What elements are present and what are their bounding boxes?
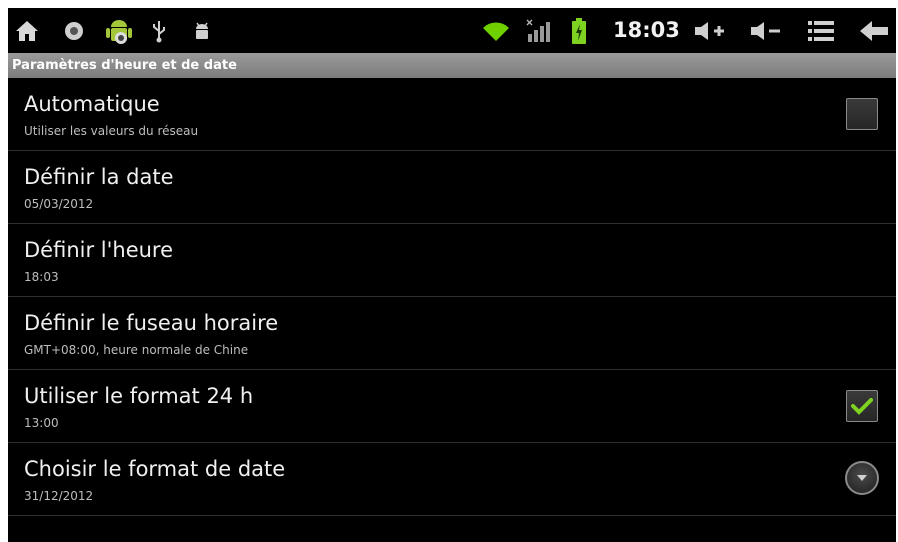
android-screen: 18:03 Paramètres d'heure et de date Auto… — [8, 8, 896, 542]
automatic-checkbox[interactable] — [846, 98, 878, 130]
status-time: 18:03 — [613, 18, 680, 42]
setting-subtitle: GMT+08:00, heure normale de Chine — [24, 343, 249, 357]
setting-title: Définir le fuseau horaire — [24, 311, 279, 335]
setting-title: Utiliser le format 24 h — [24, 384, 254, 408]
setting-set-time[interactable]: Définir l'heure 18:03 — [8, 224, 896, 297]
signal-icon[interactable] — [524, 8, 552, 53]
setting-subtitle: 31/12/2012 — [24, 489, 94, 503]
setting-title: Définir la date — [24, 165, 174, 189]
notification-dot-icon[interactable] — [62, 8, 86, 53]
setting-automatic[interactable]: Automatique Utiliser les valeurs du rése… — [8, 78, 896, 151]
setting-subtitle: 05/03/2012 — [24, 197, 94, 211]
android-icon[interactable] — [102, 8, 136, 53]
usb-icon[interactable] — [149, 8, 169, 53]
setting-title: Automatique — [24, 92, 160, 116]
setting-title: Définir l'heure — [24, 238, 174, 262]
setting-set-timezone[interactable]: Définir le fuseau horaire GMT+08:00, heu… — [8, 297, 896, 370]
24h-format-checkbox[interactable] — [846, 390, 878, 422]
setting-title: Choisir le format de date — [24, 457, 286, 481]
menu-icon[interactable] — [804, 8, 838, 53]
debug-icon[interactable] — [190, 8, 214, 53]
checkmark-icon — [851, 398, 873, 415]
date-format-dropdown-button[interactable] — [845, 461, 879, 495]
setting-subtitle: Utiliser les valeurs du réseau — [24, 124, 199, 138]
settings-list: Automatique Utiliser les valeurs du rése… — [8, 78, 896, 516]
home-icon[interactable] — [12, 8, 42, 53]
back-icon[interactable] — [856, 8, 892, 53]
volume-down-icon[interactable] — [748, 8, 784, 53]
setting-24h-format[interactable]: Utiliser le format 24 h 13:00 — [8, 370, 896, 443]
page-title: Paramètres d'heure et de date — [12, 58, 237, 73]
setting-date-format[interactable]: Choisir le format de date 31/12/2012 — [8, 443, 896, 516]
setting-subtitle: 13:00 — [24, 416, 59, 430]
status-bar: 18:03 — [8, 8, 896, 53]
settings-title-bar: Paramètres d'heure et de date — [8, 53, 896, 78]
setting-subtitle: 18:03 — [24, 270, 59, 284]
volume-up-icon[interactable] — [692, 8, 728, 53]
wifi-icon[interactable] — [480, 8, 512, 53]
battery-charging-icon[interactable] — [568, 8, 590, 53]
chevron-down-icon — [857, 475, 867, 481]
setting-set-date[interactable]: Définir la date 05/03/2012 — [8, 151, 896, 224]
